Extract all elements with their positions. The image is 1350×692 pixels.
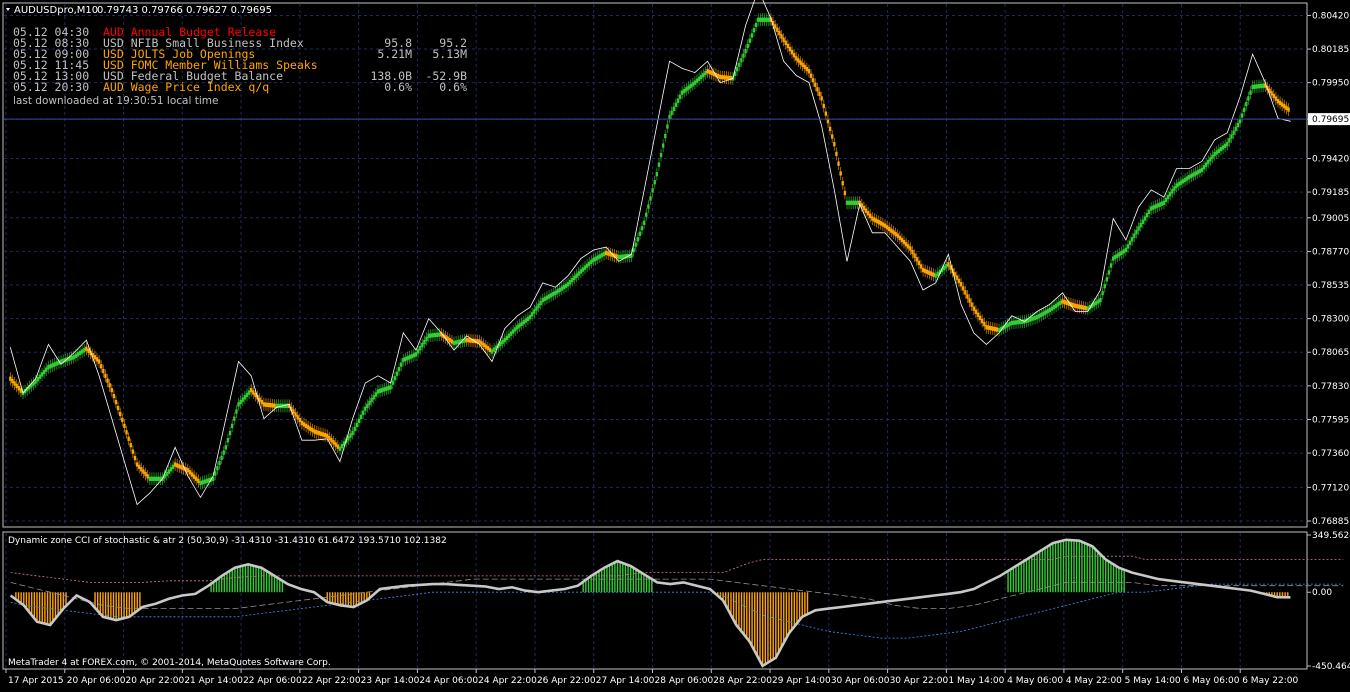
time-tick-label: 27 Apr 14:00 xyxy=(596,676,655,686)
time-tick-label: 17 Apr 2015 xyxy=(8,676,64,686)
time-tick-label: 22 Apr 22:00 xyxy=(302,676,361,686)
price-tick-label: 0.77595 xyxy=(1312,415,1349,425)
time-tick-label: 26 Apr 22:00 xyxy=(537,676,596,686)
price-tick-label: 0.80420 xyxy=(1312,11,1349,21)
price-tick-label: 0.79005 xyxy=(1312,214,1349,224)
price-tick-label: 0.76885 xyxy=(1312,517,1349,527)
time-tick-label: 28 Apr 22:00 xyxy=(713,676,772,686)
price-tick-label: 0.77120 xyxy=(1312,483,1349,493)
news-forecast: 5.13M xyxy=(432,47,467,61)
price-tick-label: 0.78300 xyxy=(1312,315,1349,325)
time-tick-label: 24 Apr 22:00 xyxy=(478,676,537,686)
time-tick-label: 1 May 14:00 xyxy=(948,676,1004,686)
current-price-label: 0.79695 xyxy=(1312,115,1349,125)
symbol-title: AUDUSDpro,M10 xyxy=(14,5,98,16)
time-tick-label: 6 May 06:00 xyxy=(1183,676,1239,686)
news-list: 05.12 04:30 AUD Annual Budget Release 05… xyxy=(13,25,467,94)
time-tick-label: 20 Apr 22:00 xyxy=(126,676,185,686)
last-download-status: last downloaded at 19:30:51 local time xyxy=(13,95,218,107)
time-tick-label: 4 May 22:00 xyxy=(1066,676,1122,686)
time-tick-label: 22 Apr 06:00 xyxy=(243,676,302,686)
time-tick-label: 28 Apr 06:00 xyxy=(655,676,714,686)
price-tick-label: 0.78770 xyxy=(1312,247,1349,257)
ind-tick-label: -450.4648 xyxy=(1312,662,1350,672)
time-tick-label: 4 May 06:00 xyxy=(1007,676,1063,686)
price-tick-label: 0.79950 xyxy=(1312,79,1349,89)
time-tick-label: 23 Apr 14:00 xyxy=(361,676,420,686)
news-actual: 0.6% xyxy=(384,80,412,94)
price-tick-label: 0.79185 xyxy=(1312,188,1349,198)
price-tick-label: 0.79420 xyxy=(1312,154,1349,164)
price-tick-label: 0.80185 xyxy=(1312,45,1349,55)
price-tick-label: 0.78535 xyxy=(1312,281,1349,291)
time-tick-label: 6 May 22:00 xyxy=(1242,676,1298,686)
window-title: AUDUSDpro,M10 0.79743 0.79766 0.79627 0.… xyxy=(6,5,272,16)
price-tick-label: 0.78065 xyxy=(1312,348,1349,358)
ohlc-quotes: 0.79743 0.79766 0.79627 0.79695 xyxy=(97,5,272,16)
price-tick-label: 0.77830 xyxy=(1312,382,1349,392)
metatrader-chart-window[interactable]: 0.80420 0.80185 0.79950 0.79695 0.79420 0.791… xyxy=(0,0,1350,688)
news-forecast: 0.6% xyxy=(439,80,467,94)
ind-tick-label: 349.5624 xyxy=(1312,531,1350,541)
indicator-frame xyxy=(2,531,1308,670)
price-tick-label: 0.77360 xyxy=(1312,449,1349,459)
time-tick-label: 21 Apr 14:00 xyxy=(184,676,243,686)
news-actual: 5.21M xyxy=(377,47,412,61)
ind-tick-label: 0.00 xyxy=(1312,588,1332,598)
news-time: 05.12 20:30 xyxy=(13,80,89,94)
time-tick-label: 20 Apr 06:00 xyxy=(67,676,126,686)
time-tick-label: 29 Apr 14:00 xyxy=(772,676,831,686)
time-tick-label: 30 Apr 06:00 xyxy=(831,676,890,686)
news-event: AUD Wage Price Index q/q xyxy=(103,80,269,94)
time-tick-label: 30 Apr 22:00 xyxy=(890,676,949,686)
chart-canvas[interactable]: 0.80420 0.80185 0.79950 0.79695 0.79420 0.791… xyxy=(0,0,1350,688)
time-tick-label: 24 Apr 06:00 xyxy=(419,676,478,686)
time-tick-label: 5 May 14:00 xyxy=(1125,676,1181,686)
indicator-title: Dynamic zone CCI of stochastic & atr 2 (… xyxy=(8,536,447,546)
copyright-text: MetaTrader 4 at FOREX.com, © 2001-2014, … xyxy=(8,658,331,668)
